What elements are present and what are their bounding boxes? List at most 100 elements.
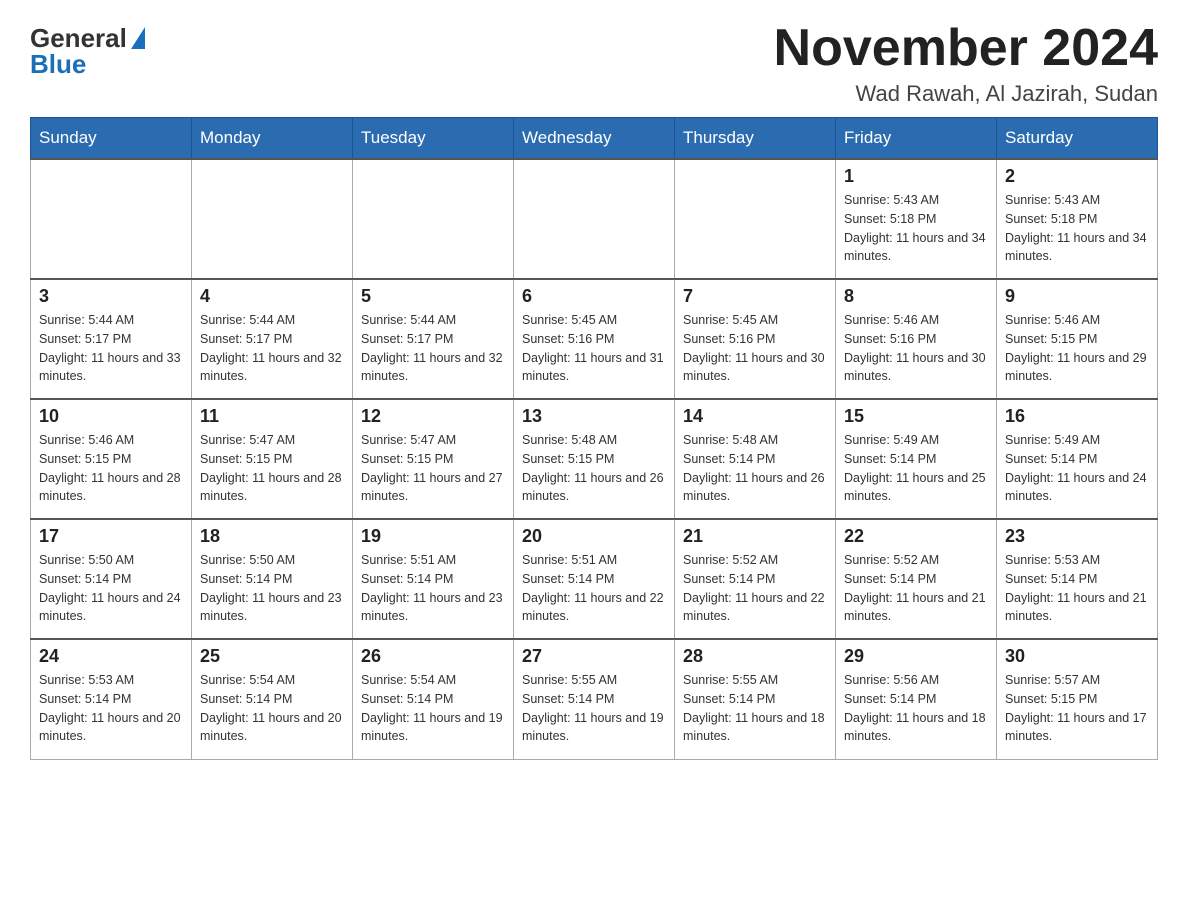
calendar-week-row: 1 Sunrise: 5:43 AM Sunset: 5:18 PM Daylig… (31, 159, 1158, 279)
calendar-cell: 3 Sunrise: 5:44 AM Sunset: 5:17 PM Daylig… (31, 279, 192, 399)
calendar-cell: 10Sunrise: 5:46 AM Sunset: 5:15 PM Dayli… (31, 399, 192, 519)
calendar-cell: 16 Sunrise: 5:49 AM Sunset: 5:14 PM Dayli… (997, 399, 1158, 519)
calendar-week-row: 24 Sunrise: 5:53 AM Sunset: 5:14 PM Dayli… (31, 639, 1158, 759)
day-number: 27 (522, 646, 666, 667)
calendar-week-row: 17 Sunrise: 5:50 AM Sunset: 5:14 PM Dayli… (31, 519, 1158, 639)
day-info: Sunrise: 5:54 AM Sunset: 5:14 PM Dayligh… (361, 671, 505, 746)
calendar-cell: 21 Sunrise: 5:52 AM Sunset: 5:14 PM Dayli… (675, 519, 836, 639)
column-header-friday: Friday (836, 118, 997, 160)
day-number: 16 (1005, 406, 1149, 427)
day-info: Sunrise: 5:45 AM Sunset: 5:16 PM Dayligh… (522, 311, 666, 386)
day-number: 13 (522, 406, 666, 427)
day-info: Sunrise: 5:53 AM Sunset: 5:14 PM Dayligh… (39, 671, 183, 746)
day-number: 3 (39, 286, 183, 307)
day-number: 2 (1005, 166, 1149, 187)
day-info: Sunrise: 5:46 AM Sunset: 5:16 PM Dayligh… (844, 311, 988, 386)
day-info: Sunrise: 5:52 AM Sunset: 5:14 PM Dayligh… (683, 551, 827, 626)
day-info: Sunrise: 5:53 AM Sunset: 5:14 PM Dayligh… (1005, 551, 1149, 626)
day-number: 5 (361, 286, 505, 307)
day-info: Sunrise: 5:52 AM Sunset: 5:14 PM Dayligh… (844, 551, 988, 626)
calendar-cell: 25 Sunrise: 5:54 AM Sunset: 5:14 PM Dayli… (192, 639, 353, 759)
page-header: General Blue November 2024 Wad Rawah, Al… (30, 20, 1158, 107)
calendar-cell: 1 Sunrise: 5:43 AM Sunset: 5:18 PM Daylig… (836, 159, 997, 279)
day-info: Sunrise: 5:43 AM Sunset: 5:18 PM Dayligh… (844, 191, 988, 266)
day-info: Sunrise: 5:47 AM Sunset: 5:15 PM Dayligh… (361, 431, 505, 506)
day-info: Sunrise: 5:48 AM Sunset: 5:15 PM Dayligh… (522, 431, 666, 506)
calendar-cell: 27Sunrise: 5:55 AM Sunset: 5:14 PM Dayli… (514, 639, 675, 759)
column-header-thursday: Thursday (675, 118, 836, 160)
calendar-cell: 4 Sunrise: 5:44 AM Sunset: 5:17 PM Daylig… (192, 279, 353, 399)
day-number: 24 (39, 646, 183, 667)
day-number: 29 (844, 646, 988, 667)
calendar-cell (192, 159, 353, 279)
day-info: Sunrise: 5:46 AM Sunset: 5:15 PM Dayligh… (1005, 311, 1149, 386)
column-header-sunday: Sunday (31, 118, 192, 160)
day-number: 20 (522, 526, 666, 547)
day-info: Sunrise: 5:47 AM Sunset: 5:15 PM Dayligh… (200, 431, 344, 506)
calendar-header-row: SundayMondayTuesdayWednesdayThursdayFrid… (31, 118, 1158, 160)
day-number: 15 (844, 406, 988, 427)
calendar-cell: 24 Sunrise: 5:53 AM Sunset: 5:14 PM Dayli… (31, 639, 192, 759)
day-number: 21 (683, 526, 827, 547)
day-info: Sunrise: 5:54 AM Sunset: 5:14 PM Dayligh… (200, 671, 344, 746)
calendar-cell: 11Sunrise: 5:47 AM Sunset: 5:15 PM Dayli… (192, 399, 353, 519)
logo: General Blue (30, 20, 145, 77)
day-info: Sunrise: 5:50 AM Sunset: 5:14 PM Dayligh… (200, 551, 344, 626)
day-info: Sunrise: 5:49 AM Sunset: 5:14 PM Dayligh… (1005, 431, 1149, 506)
calendar-cell: 28 Sunrise: 5:55 AM Sunset: 5:14 PM Dayli… (675, 639, 836, 759)
calendar-cell: 22 Sunrise: 5:52 AM Sunset: 5:14 PM Dayli… (836, 519, 997, 639)
calendar-cell: 13 Sunrise: 5:48 AM Sunset: 5:15 PM Dayli… (514, 399, 675, 519)
calendar-cell: 2Sunrise: 5:43 AM Sunset: 5:18 PM Daylig… (997, 159, 1158, 279)
day-number: 28 (683, 646, 827, 667)
location-title: Wad Rawah, Al Jazirah, Sudan (774, 81, 1158, 107)
day-number: 25 (200, 646, 344, 667)
day-number: 18 (200, 526, 344, 547)
day-number: 12 (361, 406, 505, 427)
day-number: 8 (844, 286, 988, 307)
calendar-cell: 14 Sunrise: 5:48 AM Sunset: 5:14 PM Dayli… (675, 399, 836, 519)
calendar-cell: 15Sunrise: 5:49 AM Sunset: 5:14 PM Dayli… (836, 399, 997, 519)
calendar-cell: 26 Sunrise: 5:54 AM Sunset: 5:14 PM Dayli… (353, 639, 514, 759)
calendar-cell: 29 Sunrise: 5:56 AM Sunset: 5:14 PM Dayli… (836, 639, 997, 759)
calendar-cell: 7 Sunrise: 5:45 AM Sunset: 5:16 PM Daylig… (675, 279, 836, 399)
day-info: Sunrise: 5:44 AM Sunset: 5:17 PM Dayligh… (200, 311, 344, 386)
calendar-cell (353, 159, 514, 279)
calendar-cell (514, 159, 675, 279)
column-header-wednesday: Wednesday (514, 118, 675, 160)
day-number: 23 (1005, 526, 1149, 547)
day-number: 6 (522, 286, 666, 307)
calendar-cell: 9 Sunrise: 5:46 AM Sunset: 5:15 PM Daylig… (997, 279, 1158, 399)
logo-general-text: General (30, 25, 127, 51)
column-header-saturday: Saturday (997, 118, 1158, 160)
calendar-week-row: 10Sunrise: 5:46 AM Sunset: 5:15 PM Dayli… (31, 399, 1158, 519)
day-info: Sunrise: 5:56 AM Sunset: 5:14 PM Dayligh… (844, 671, 988, 746)
day-number: 22 (844, 526, 988, 547)
calendar-week-row: 3 Sunrise: 5:44 AM Sunset: 5:17 PM Daylig… (31, 279, 1158, 399)
day-number: 30 (1005, 646, 1149, 667)
calendar-cell: 30Sunrise: 5:57 AM Sunset: 5:15 PM Dayli… (997, 639, 1158, 759)
day-info: Sunrise: 5:46 AM Sunset: 5:15 PM Dayligh… (39, 431, 183, 506)
day-info: Sunrise: 5:44 AM Sunset: 5:17 PM Dayligh… (361, 311, 505, 386)
month-title: November 2024 (774, 20, 1158, 77)
day-number: 1 (844, 166, 988, 187)
logo-blue-text: Blue (30, 51, 86, 77)
calendar-cell (31, 159, 192, 279)
calendar-cell: 19Sunrise: 5:51 AM Sunset: 5:14 PM Dayli… (353, 519, 514, 639)
calendar-cell: 5 Sunrise: 5:44 AM Sunset: 5:17 PM Daylig… (353, 279, 514, 399)
day-info: Sunrise: 5:48 AM Sunset: 5:14 PM Dayligh… (683, 431, 827, 506)
day-info: Sunrise: 5:51 AM Sunset: 5:14 PM Dayligh… (522, 551, 666, 626)
day-info: Sunrise: 5:44 AM Sunset: 5:17 PM Dayligh… (39, 311, 183, 386)
day-info: Sunrise: 5:55 AM Sunset: 5:14 PM Dayligh… (683, 671, 827, 746)
title-section: November 2024 Wad Rawah, Al Jazirah, Sud… (774, 20, 1158, 107)
column-header-monday: Monday (192, 118, 353, 160)
day-number: 7 (683, 286, 827, 307)
day-number: 4 (200, 286, 344, 307)
day-number: 17 (39, 526, 183, 547)
calendar-cell: 18 Sunrise: 5:50 AM Sunset: 5:14 PM Dayli… (192, 519, 353, 639)
day-number: 14 (683, 406, 827, 427)
calendar-cell: 12 Sunrise: 5:47 AM Sunset: 5:15 PM Dayli… (353, 399, 514, 519)
day-info: Sunrise: 5:45 AM Sunset: 5:16 PM Dayligh… (683, 311, 827, 386)
calendar-cell (675, 159, 836, 279)
day-number: 9 (1005, 286, 1149, 307)
day-number: 26 (361, 646, 505, 667)
